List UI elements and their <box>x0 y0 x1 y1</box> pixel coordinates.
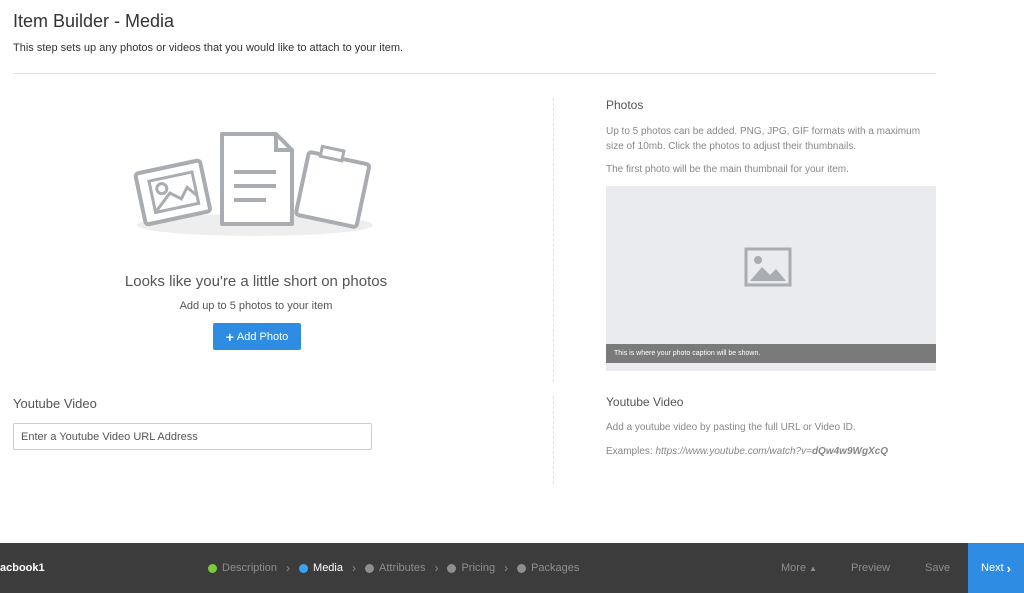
step-description[interactable]: Description <box>208 562 277 574</box>
plus-icon: + <box>225 328 234 345</box>
youtube-section-title: Youtube Video <box>13 396 97 411</box>
caret-up-icon: ▲ <box>809 564 818 573</box>
next-button[interactable]: Next › <box>968 543 1024 593</box>
step-packages[interactable]: Packages <box>517 562 579 574</box>
preview-button[interactable]: Preview <box>851 543 890 593</box>
step-status-dot <box>208 563 217 573</box>
column-divider-bottom <box>553 396 554 484</box>
example-url: https://www.youtube.com/watch?v= <box>655 446 812 457</box>
step-label: Packages <box>531 562 580 574</box>
step-status-dot <box>517 563 527 573</box>
photos-note: The first photo will be the main thumbna… <box>606 164 849 175</box>
chevron-right-icon: › <box>286 561 291 575</box>
step-status-dot <box>447 563 457 573</box>
step-attributes[interactable]: Attributes <box>365 562 425 574</box>
header-divider <box>13 73 936 74</box>
photos-description: Up to 5 photos can be added. PNG, JPG, G… <box>606 126 921 152</box>
step-nav: Description › Media › Attributes › Prici… <box>208 543 579 593</box>
example-video-id: dQw4w9WgXcQ <box>811 446 889 457</box>
step-media[interactable]: Media <box>299 562 343 574</box>
youtube-examples: Examples: https://www.youtube.com/watch?… <box>606 446 888 457</box>
step-label: Attributes <box>379 562 426 574</box>
youtube-info-title: Youtube Video <box>606 395 684 409</box>
next-label: Next <box>981 562 1004 574</box>
bottom-bar: acbook1 Description › Media › Attributes… <box>0 543 1024 593</box>
save-button[interactable]: Save <box>925 543 950 593</box>
chevron-right-icon: › <box>434 561 439 575</box>
page-title: Item Builder - Media <box>13 11 175 31</box>
youtube-info-description: Add a youtube video by pasting the full … <box>606 422 856 433</box>
add-photo-button[interactable]: + Add Photo <box>213 323 301 350</box>
photo-preview[interactable]: This is where your photo caption will be… <box>606 186 936 371</box>
chevron-right-icon: › <box>504 561 509 575</box>
add-photo-label: Add Photo <box>236 330 289 343</box>
more-label: More <box>781 562 807 574</box>
step-pricing[interactable]: Pricing <box>447 562 495 574</box>
photo-caption: This is where your photo caption will be… <box>606 344 936 363</box>
step-label: Pricing <box>461 562 496 574</box>
step-status-dot <box>299 563 309 573</box>
step-status-dot <box>365 563 374 573</box>
photos-title: Photos <box>606 98 644 112</box>
youtube-url-input[interactable] <box>13 423 372 450</box>
step-label: Media <box>313 562 343 574</box>
empty-photos-illustration-icon <box>133 132 373 236</box>
empty-state-hint: Add up to 5 photos to your item <box>179 300 333 312</box>
examples-label: Examples: <box>606 446 653 457</box>
page-subtitle: This step sets up any photos or videos t… <box>13 42 404 54</box>
image-placeholder-icon <box>744 247 792 287</box>
item-name: acbook1 <box>0 562 45 574</box>
empty-state-heading: Looks like you're a little short on phot… <box>124 273 388 290</box>
chevron-right-icon: › <box>352 561 356 575</box>
chevron-right-icon: › <box>1006 560 1011 576</box>
step-label: Description <box>222 562 278 574</box>
column-divider-top <box>553 98 554 382</box>
more-menu-button[interactable]: More ▲ <box>781 543 817 593</box>
